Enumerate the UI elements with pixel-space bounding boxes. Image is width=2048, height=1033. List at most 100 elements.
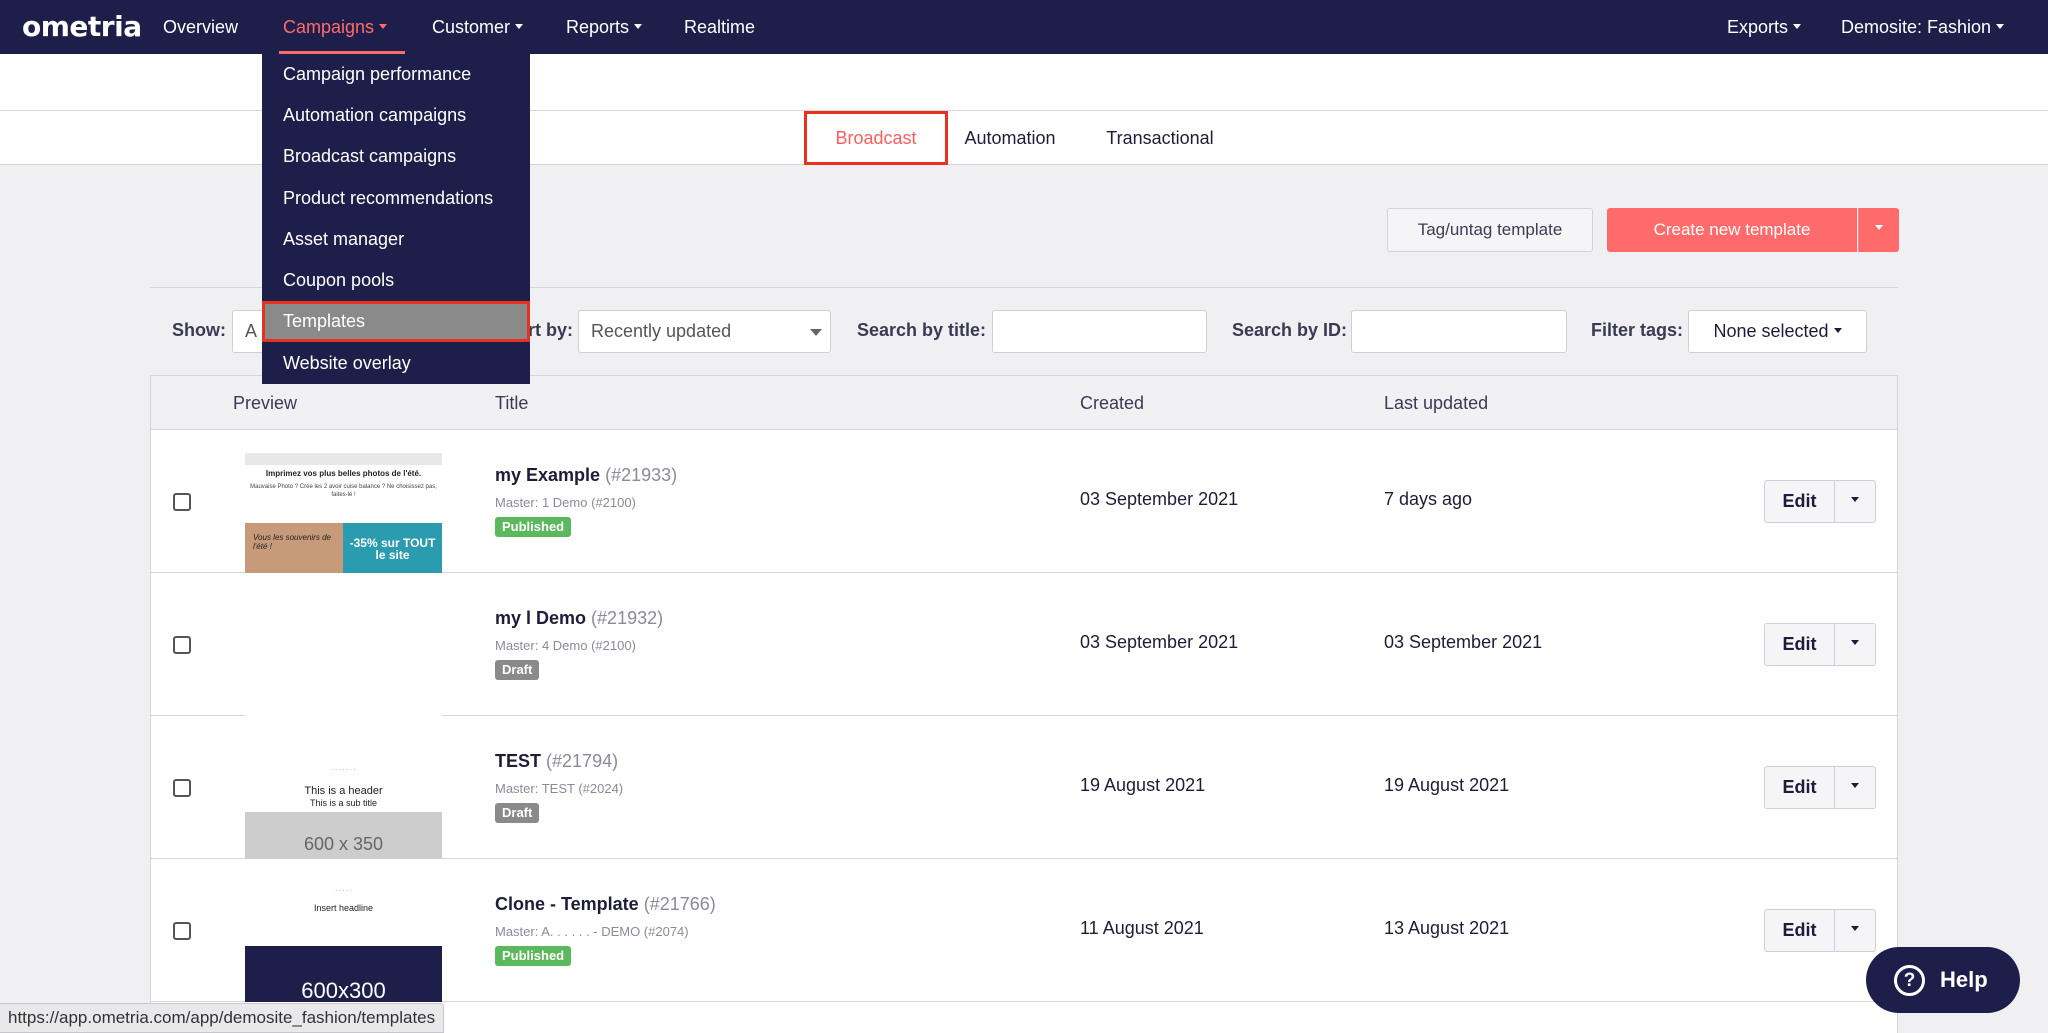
templates-table: Preview Title Created Last updated Impri… [150,375,1898,1033]
row-checkbox[interactable] [173,779,191,797]
help-button[interactable]: ? Help [1866,947,2020,1013]
menu-item-templates[interactable]: Templates [262,301,530,342]
menu-item-asset-manager[interactable]: Asset manager [262,219,530,260]
created-date: 03 September 2021 [1080,632,1239,652]
edit-button[interactable]: Edit [1764,766,1835,809]
nav-demosite[interactable]: Demosite: Fashion [1841,0,2005,54]
edit-button[interactable]: Edit [1764,623,1835,666]
nav-reports[interactable]: Reports [566,0,643,54]
last-updated-date: 13 August 2021 [1384,918,1510,938]
row-checkbox[interactable] [173,493,191,511]
menu-item-campaign-performance[interactable]: Campaign performance [262,54,530,95]
menu-item-broadcast-campaigns[interactable]: Broadcast campaigns [262,136,530,177]
question-icon: ? [1894,965,1925,996]
ometria-logo[interactable]: ometria [22,10,142,43]
search-id-input[interactable] [1351,310,1567,353]
template-id: (#21932) [591,608,664,628]
thumbnail-headline: Insert headline [313,903,374,913]
tab-transactional[interactable]: Transactional [1090,111,1230,166]
thumbnail-image-left: Vous les souvenirs de l'été ! [245,523,343,573]
last-updated-date: 19 August 2021 [1384,775,1510,795]
template-title-text: Clone - Template [495,894,639,914]
created-date: 19 August 2021 [1080,775,1206,795]
thumbnail-promo: -35% sur TOUT le site [343,523,442,573]
header-preview[interactable]: Preview [233,376,297,430]
table-row: · · · · · Insert headline 600x300 Clone … [151,860,1897,1002]
chevron-down-icon [515,23,524,29]
menu-item-coupon-pools[interactable]: Coupon pools [262,260,530,301]
status-badge: Published [495,517,572,537]
header-created[interactable]: Created [1080,376,1144,430]
thumbnail-header: This is a header This is a sub title [245,785,442,809]
template-id: (#21794) [546,751,619,771]
template-id: (#21933) [605,465,678,485]
triangle-down-icon [810,329,822,336]
thumbnail-nav: · · · · · · · [331,767,356,773]
row-checkbox[interactable] [173,636,191,654]
chevron-down-icon [1996,23,2005,29]
edit-options-toggle[interactable] [1835,623,1876,666]
edit-button[interactable]: Edit [1764,909,1835,952]
nav-overview[interactable]: Overview [163,0,238,54]
create-new-template-button[interactable]: Create new template [1607,208,1857,252]
table-header: Preview Title Created Last updated [151,376,1897,430]
sort-label: rt by: [528,320,573,340]
nav-exports[interactable]: Exports [1727,0,1802,54]
thumbnail-nav: · · · · · [335,888,352,894]
edit-options-toggle[interactable] [1835,766,1876,809]
thumbnail-headline: Imprimez vos plus belles photos de l'été… [265,469,422,478]
nav-realtime[interactable]: Realtime [684,0,755,54]
thumbnail-topbar [245,453,442,465]
template-preview-thumbnail[interactable]: · · · · · Insert headline 600x300 [245,882,442,1002]
thumbnail-subtitle-text: This is a sub title [309,798,378,808]
template-title[interactable]: Clone - Template (#21766) [495,894,716,915]
template-id: (#21766) [643,894,716,914]
thumbnail-header-text: This is a header [304,785,383,797]
header-title[interactable]: Title [495,376,528,430]
template-preview-thumbnail[interactable]: Imprimez vos plus belles photos de l'été… [245,453,442,573]
chevron-down-icon [1793,23,1802,29]
thumbnail-image-placeholder: 600 x 350 [245,812,442,859]
edit-options-toggle[interactable] [1835,909,1876,952]
template-preview-thumbnail[interactable]: · · · · · · · This is a header This is a … [245,739,442,859]
filter-tags-select[interactable]: None selected [1688,310,1867,353]
menu-item-website-overlay[interactable]: Website overlay [262,343,530,384]
table-row: · · · · · · · This is a header This is a … [151,717,1897,859]
menu-item-automation-campaigns[interactable]: Automation campaigns [262,95,530,136]
edit-options-toggle[interactable] [1835,480,1876,523]
top-navbar: ometria Overview Campaigns Customer Repo… [0,0,2048,54]
nav-campaigns[interactable]: Campaigns [278,0,406,54]
template-title[interactable]: TEST (#21794) [495,751,618,772]
create-template-dropdown-toggle[interactable] [1858,208,1899,252]
filter-tags-label: Filter tags: [1591,320,1684,340]
thumbnail-image-left-text: Vous les souvenirs de l'été ! [253,533,331,551]
sort-select[interactable]: Recently updated [578,310,831,353]
search-title-input[interactable] [992,310,1207,353]
chevron-down-icon [1851,640,1859,646]
nav-customer-label: Customer [432,17,511,37]
search-id-label: Search by ID: [1232,320,1348,340]
chevron-down-icon [379,23,388,29]
thumbnail-image-placeholder: 600x300 [245,946,442,1002]
table-row: my l Demo (#21932) Master: 4 Demo (#2100… [151,574,1897,716]
status-badge: Published [495,946,572,966]
chevron-down-icon [1833,327,1842,333]
tag-untag-template-button[interactable]: Tag/untag template [1387,208,1593,252]
header-last-updated[interactable]: Last updated [1384,376,1488,430]
chevron-down-icon [1851,497,1859,503]
row-checkbox[interactable] [173,922,191,940]
nav-customer[interactable]: Customer [432,0,524,54]
status-badge: Draft [495,803,540,823]
browser-status-url: https://app.ometria.com/app/demosite_fas… [0,1003,445,1033]
tab-automation[interactable]: Automation [950,111,1070,166]
edit-button[interactable]: Edit [1764,480,1835,523]
nav-reports-label: Reports [566,17,630,37]
template-title[interactable]: my Example (#21933) [495,465,677,486]
template-preview-thumbnail[interactable] [245,596,442,716]
template-title[interactable]: my l Demo (#21932) [495,608,663,629]
chevron-down-icon [634,23,643,29]
chevron-down-icon [1851,783,1859,789]
filter-tags-value: None selected [1713,321,1829,341]
menu-item-product-recommendations[interactable]: Product recommendations [262,178,530,219]
last-updated-date: 03 September 2021 [1384,632,1543,652]
